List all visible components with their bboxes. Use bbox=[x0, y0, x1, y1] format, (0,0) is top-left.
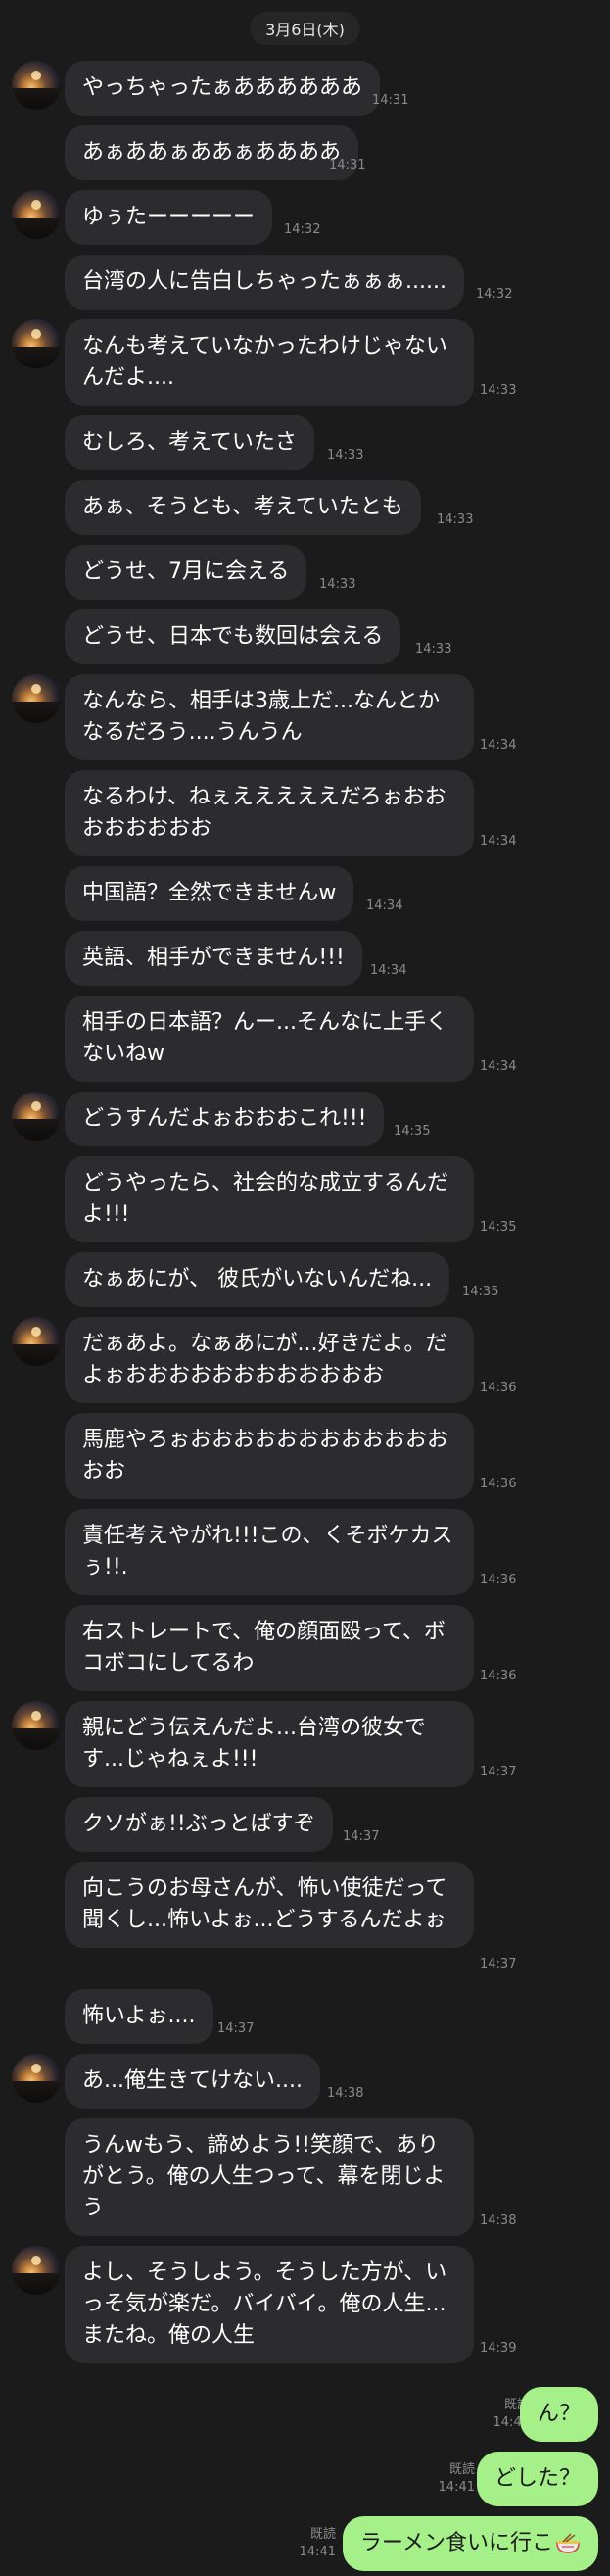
message-timestamp: 14:31 bbox=[372, 93, 409, 108]
message-timestamp: 14:35 bbox=[394, 1124, 431, 1139]
message-timestamp: 14:34 bbox=[480, 738, 517, 753]
message-timestamp: 14:36 bbox=[480, 1477, 517, 1491]
message-timestamp: 14:37 bbox=[480, 1765, 517, 1779]
message-timestamp: 14:35 bbox=[480, 1220, 517, 1235]
avatar[interactable] bbox=[12, 2054, 61, 2103]
message-timestamp: 14:34 bbox=[480, 1059, 517, 1074]
avatar[interactable] bbox=[12, 1317, 61, 1366]
message-timestamp: 14:34 bbox=[370, 963, 407, 978]
message-bubble[interactable]: あぁ、そうとも、考えていたとも bbox=[65, 480, 421, 535]
message-timestamp: 14:38 bbox=[480, 2213, 517, 2228]
avatar[interactable] bbox=[12, 61, 61, 110]
message-bubble[interactable]: あ...俺生きてけない.... bbox=[65, 2054, 320, 2109]
message-bubble[interactable]: ゆぅたーーーーー bbox=[65, 190, 273, 245]
message-timestamp: 14:37 bbox=[217, 2021, 255, 2036]
message-bubble[interactable]: どうやったら、社会的な成立するんだよ!!! bbox=[65, 1156, 474, 1242]
message-bubble[interactable]: よし、そうしよう。そうした方が、いっそ気が楽だ。バイバイ。俺の人生...またね。… bbox=[65, 2246, 474, 2363]
avatar[interactable] bbox=[12, 1092, 61, 1141]
message-timestamp: 14:41 bbox=[299, 2545, 336, 2559]
message-bubble[interactable]: 親にどう伝えんだよ...台湾の彼女です...じゃねぇよ!!! bbox=[65, 1701, 474, 1787]
avatar[interactable] bbox=[12, 190, 61, 239]
read-receipt: 既読 14:41 bbox=[439, 2461, 475, 2497]
message-text: ラーメン食いに行こ bbox=[359, 2531, 553, 2555]
message-timestamp: 14:36 bbox=[480, 1573, 517, 1587]
message-bubble[interactable]: なるわけ、ねぇえええええだろぉおおおおおおおお bbox=[65, 770, 474, 856]
message-timestamp: 14:33 bbox=[319, 577, 356, 592]
message-timestamp: 14:36 bbox=[480, 1381, 517, 1395]
avatar[interactable] bbox=[12, 674, 61, 723]
message-bubble[interactable]: 英語、相手ができません!!! bbox=[65, 931, 362, 986]
message-timestamp: 14:32 bbox=[476, 287, 513, 302]
message-timestamp: 14:41 bbox=[438, 2480, 475, 2495]
message-bubble[interactable]: 相手の日本語？んー...そんなに上手くないねw bbox=[65, 996, 474, 1082]
message-bubble[interactable]: どうせ、7月に会える bbox=[65, 545, 307, 600]
message-timestamp: 14:34 bbox=[480, 834, 517, 849]
message-bubble[interactable]: 責任考えやがれ!!!この、くそボケカスぅ!!. bbox=[65, 1509, 474, 1595]
read-label: 既読 bbox=[309, 2527, 336, 2542]
ramen-icon bbox=[555, 2533, 581, 2554]
message-timestamp: 14:36 bbox=[480, 1669, 517, 1683]
message-bubble-outgoing[interactable]: ラーメン食いに行こ bbox=[342, 2516, 598, 2571]
message-bubble[interactable]: あぁああぁああぁああああ bbox=[65, 125, 359, 180]
message-timestamp: 14:31 bbox=[329, 158, 366, 172]
message-timestamp: 14:37 bbox=[480, 1957, 517, 1971]
message-bubble[interactable]: なんも考えていなかったわけじゃないんだよ.... bbox=[65, 319, 474, 406]
message-bubble[interactable]: だぁあよ。なぁあにが...好きだよ。だよぉおおおおおおおおおおおお bbox=[65, 1317, 474, 1403]
message-bubble-outgoing[interactable]: どした？ bbox=[476, 2452, 598, 2506]
avatar[interactable] bbox=[12, 1701, 61, 1750]
message-timestamp: 14:33 bbox=[327, 448, 364, 462]
message-timestamp: 14:37 bbox=[343, 1829, 380, 1844]
message-bubble[interactable]: なんなら、相手は3歳上だ...なんとかなるだろう....うんうん bbox=[65, 674, 474, 760]
message-timestamp: 14:33 bbox=[480, 383, 517, 398]
read-label: 既読 bbox=[448, 2462, 475, 2477]
message-timestamp: 14:35 bbox=[462, 1285, 499, 1299]
message-bubble[interactable]: 向こうのお母さんが、怖い使徒だって聞くし...怖いよぉ...どうするんだよぉ bbox=[65, 1862, 474, 1948]
message-bubble[interactable]: 右ストレートで、俺の顔面殴って、ボコボコにしてるわ bbox=[65, 1605, 474, 1691]
message-timestamp: 14:38 bbox=[327, 2086, 364, 2101]
message-bubble[interactable]: クソがぁ!!ぶっとばすぞ bbox=[65, 1797, 333, 1852]
message-bubble[interactable]: うんwもう、諦めよう!!笑顔で、ありがとう。俺の人生つって、幕を閉じよう bbox=[65, 2118, 474, 2236]
read-receipt: 既読 14:41 bbox=[300, 2526, 336, 2561]
message-timestamp: 14:33 bbox=[437, 512, 474, 527]
message-bubble-outgoing[interactable]: ん？ bbox=[519, 2387, 598, 2442]
avatar[interactable] bbox=[12, 319, 61, 368]
message-bubble[interactable]: 怖いよぉ.... bbox=[65, 1989, 213, 2044]
message-bubble[interactable]: どうせ、日本でも数回は会える bbox=[65, 609, 401, 664]
message-bubble[interactable]: 台湾の人に告白しちゃったぁぁぁ...... bbox=[65, 255, 464, 310]
date-separator: 3月6日(木) bbox=[250, 12, 360, 45]
message-bubble[interactable]: 中国語？全然できませんw bbox=[65, 866, 354, 921]
message-timestamp: 14:32 bbox=[284, 222, 321, 237]
message-bubble[interactable]: むしろ、考えていたさ bbox=[65, 415, 314, 470]
message-timestamp: 14:33 bbox=[415, 642, 452, 656]
message-timestamp: 14:34 bbox=[366, 899, 403, 913]
message-bubble[interactable]: 馬鹿やろぉおおおおおおおおおおおおおお bbox=[65, 1413, 474, 1499]
message-timestamp: 14:39 bbox=[480, 2341, 517, 2356]
avatar[interactable] bbox=[12, 2246, 61, 2295]
message-bubble[interactable]: なぁあにが、 彼氏がいないんだね... bbox=[65, 1252, 450, 1307]
message-bubble[interactable]: どうすんだよぉおおおこれ!!! bbox=[65, 1092, 385, 1146]
message-bubble[interactable]: やっちゃったぁああああああ bbox=[65, 61, 381, 116]
